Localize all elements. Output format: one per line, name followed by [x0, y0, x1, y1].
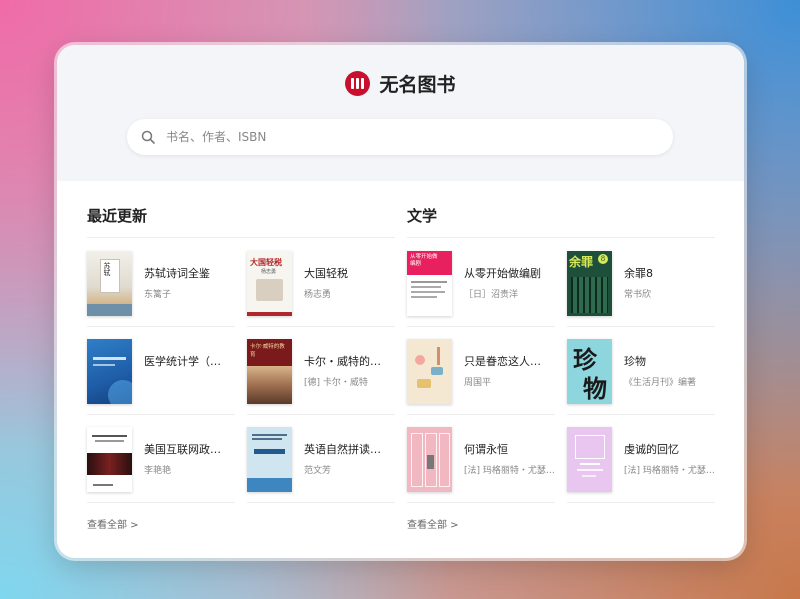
- book-title: 只是眷恋这人…: [464, 355, 541, 368]
- cover-text: 8: [598, 254, 608, 264]
- book-author: [法] 玛格丽特・尤瑟…: [624, 466, 715, 476]
- book-cover[interactable]: 从零开始做编剧: [407, 251, 452, 316]
- book-item[interactable]: 英语自然拼读… 范文芳: [247, 415, 395, 503]
- book-author: [法] 玛格丽特・尤瑟…: [464, 466, 555, 476]
- divider: [407, 237, 715, 238]
- book-item[interactable]: 何谓永恒 [法] 玛格丽特・尤瑟…: [407, 415, 555, 503]
- divider: [87, 502, 235, 503]
- books-logo-icon: [345, 71, 371, 96]
- book-item[interactable]: 珍 物 珍物 《生活月刊》编著: [567, 327, 715, 415]
- book-cover[interactable]: [87, 427, 132, 492]
- book-item[interactable]: 医学统计学（…: [87, 327, 235, 415]
- book-item[interactable]: 余罪 8 余罪8 常书欣: [567, 239, 715, 327]
- book-cover[interactable]: 大国轻税 杨志勇: [247, 251, 292, 316]
- book-item[interactable]: 美国互联网政… 李艳艳: [87, 415, 235, 503]
- search-icon: [141, 130, 155, 144]
- view-all-link[interactable]: 查看全部 >: [407, 516, 459, 531]
- book-cover[interactable]: [407, 339, 452, 404]
- book-item[interactable]: 苏轼 苏轼诗词全鉴 东篱子: [87, 239, 235, 327]
- main-card: 无名图书 最近更新 苏轼 苏轼诗词全鉴 东篱子 大: [57, 45, 744, 558]
- book-author: 范文芳: [304, 466, 332, 476]
- view-all-link[interactable]: 查看全部 >: [87, 516, 139, 531]
- search-input[interactable]: [164, 129, 648, 145]
- book-title: 医学统计学（…: [144, 355, 221, 368]
- book-cover[interactable]: [87, 339, 132, 404]
- book-author: 东篱子: [144, 290, 172, 300]
- book-title: 卡尔・威特的…: [304, 355, 381, 368]
- cover-text: 大国轻税: [250, 257, 282, 267]
- book-title: 珍物: [624, 355, 646, 368]
- cover-text: 从零开始做编剧: [410, 254, 438, 267]
- book-cover[interactable]: 苏轼: [87, 251, 132, 316]
- section-title: 最近更新: [87, 207, 148, 225]
- book-title: 虔诚的回忆: [624, 443, 679, 456]
- book-title: 大国轻税: [304, 267, 348, 280]
- book-author: 杨志勇: [304, 290, 332, 300]
- brand[interactable]: 无名图书: [57, 70, 744, 97]
- book-item[interactable]: 虔诚的回忆 [法] 玛格丽特・尤瑟…: [567, 415, 715, 503]
- cover-text: 苏轼: [103, 262, 111, 276]
- divider: [87, 237, 395, 238]
- cover-text: 物: [583, 374, 607, 403]
- brand-name: 无名图书: [379, 74, 456, 96]
- book-cover[interactable]: 余罪 8: [567, 251, 612, 316]
- book-title: 余罪8: [624, 267, 653, 280]
- book-cover[interactable]: [567, 427, 612, 492]
- divider: [247, 502, 395, 503]
- book-author: 周国平: [464, 378, 492, 388]
- book-title: 苏轼诗词全鉴: [144, 267, 210, 280]
- book-item[interactable]: 只是眷恋这人… 周国平: [407, 327, 555, 415]
- book-item[interactable]: 卡尔·威特的教育 卡尔・威特的… [德] 卡尔・威特: [247, 327, 395, 415]
- divider: [567, 502, 715, 503]
- book-cover[interactable]: 卡尔·威特的教育: [247, 339, 292, 404]
- book-title: 英语自然拼读…: [304, 443, 381, 456]
- cover-text: 杨志勇: [261, 269, 277, 275]
- book-author: 李艳艳: [144, 466, 172, 476]
- cover-text: 余罪: [569, 255, 594, 269]
- book-author: 常书欣: [624, 290, 652, 300]
- book-cover[interactable]: [247, 427, 292, 492]
- book-author: 《生活月刊》编著: [624, 378, 697, 388]
- book-author: ［日］沼贵洋: [464, 290, 519, 300]
- search-bar[interactable]: [127, 119, 673, 155]
- book-cover[interactable]: [407, 427, 452, 492]
- section-title: 文学: [407, 207, 438, 225]
- book-cover[interactable]: 珍 物: [567, 339, 612, 404]
- book-title: 美国互联网政…: [144, 443, 221, 456]
- book-title: 何谓永恒: [464, 443, 508, 456]
- book-author: [德] 卡尔・威特: [304, 378, 368, 388]
- divider: [407, 502, 555, 503]
- cover-text: 卡尔·威特的教育: [250, 344, 285, 358]
- book-item[interactable]: 大国轻税 杨志勇 大国轻税 杨志勇: [247, 239, 395, 327]
- book-item[interactable]: 从零开始做编剧 从零开始做编剧 ［日］沼贵洋: [407, 239, 555, 327]
- book-title: 从零开始做编剧: [464, 267, 541, 280]
- header: 无名图书: [57, 45, 744, 181]
